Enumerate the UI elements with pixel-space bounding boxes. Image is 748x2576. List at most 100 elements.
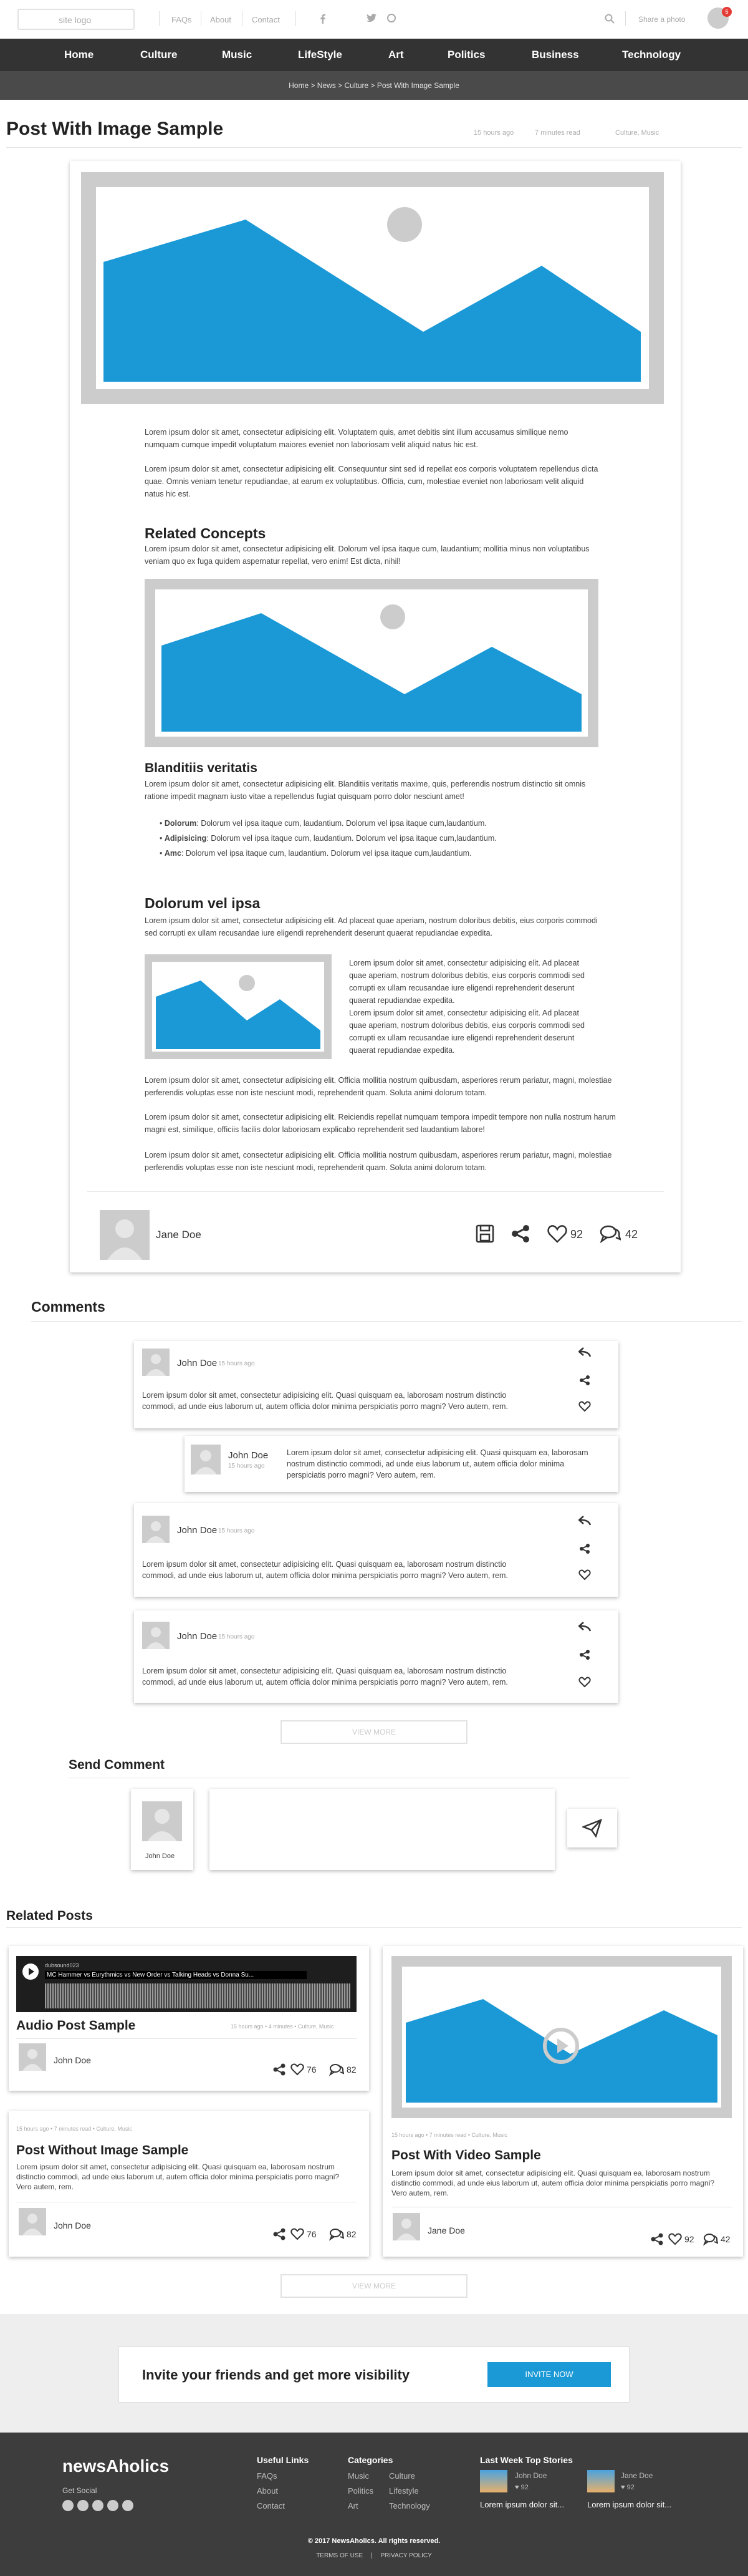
avatar[interactable] [142,1622,170,1649]
heart-icon[interactable] [290,2228,304,2240]
share-icon[interactable] [511,1224,530,1243]
nav-art[interactable]: Art [388,49,404,61]
heart-icon[interactable] [668,2233,682,2245]
play-icon[interactable] [541,2026,581,2066]
share-icon[interactable] [651,2233,663,2245]
nav-lifestyle[interactable]: LifeStyle [298,49,342,61]
avatar[interactable] [191,1445,221,1474]
footer-link[interactable]: Art [348,2501,358,2511]
footer-link[interactable]: FAQs [257,2471,277,2481]
divider [31,1321,742,1322]
privacy-link[interactable]: PRIVACY POLICY [380,2552,431,2559]
pinterest-icon[interactable] [387,14,396,22]
footer-link[interactable]: About [257,2486,278,2496]
post-title[interactable]: Audio Post Sample [16,2018,135,2033]
reply-icon[interactable] [578,1347,591,1357]
avatar[interactable] [19,2208,46,2235]
avatar[interactable] [19,2043,46,2071]
story-author[interactable]: Jane Doe [621,2471,653,2480]
heart-icon[interactable] [290,2063,304,2076]
heart-icon[interactable] [578,1677,591,1688]
share-icon[interactable] [579,1649,590,1660]
commenter-name[interactable]: John Doe [177,1631,217,1642]
twitter-icon[interactable] [367,14,376,22]
nav-home[interactable]: Home [64,49,94,61]
avatar[interactable] [393,2213,420,2240]
story-excerpt[interactable]: Lorem ipsum dolor sit... [587,2500,671,2509]
comment-input[interactable] [209,1789,555,1870]
send-button[interactable] [567,1809,617,1847]
play-icon[interactable] [22,1963,39,1980]
pinterest-icon[interactable] [107,2500,118,2511]
footer-link[interactable]: Technology [389,2501,430,2511]
view-more-posts-button[interactable]: VIEW MORE [280,2274,467,2298]
commenter-name[interactable]: John Doe [177,1525,217,1536]
footer-link[interactable]: Politics [348,2486,373,2496]
heart-icon[interactable] [547,1224,567,1243]
divider [625,11,626,26]
breadcrumb[interactable]: Home > News > Culture > Post With Image … [0,81,748,90]
story-thumbnail[interactable] [587,2470,615,2492]
commenter-name[interactable]: John Doe [177,1358,217,1368]
story-author[interactable]: John Doe [515,2471,547,2480]
video-thumbnail[interactable] [391,1956,732,2118]
facebook-icon[interactable] [62,2500,74,2511]
author-name[interactable]: Jane Doe [156,1229,201,1241]
share-icon[interactable] [273,2063,285,2076]
post-categories[interactable]: Culture, Music [615,129,659,137]
search-icon[interactable] [605,14,615,24]
list-term: Adipisicing [164,834,207,843]
like-count: 92 [684,2234,694,2244]
terms-link[interactable]: TERMS OF USE [316,2552,363,2559]
reply-icon[interactable] [578,1516,591,1526]
audio-player[interactable]: dubsound023 MC Hammer vs Eurythmics vs N… [16,1956,357,2012]
commenter-name[interactable]: John Doe [228,1450,268,1461]
avatar[interactable] [142,1516,170,1543]
comment-icon[interactable] [600,1224,621,1244]
share-icon[interactable] [579,1543,590,1554]
story-thumbnail[interactable] [480,2470,507,2492]
share-icon[interactable] [273,2228,285,2240]
share-icon[interactable] [579,1375,590,1386]
nav-business[interactable]: Business [532,49,579,61]
avatar[interactable] [142,1349,170,1376]
share-photo-link[interactable]: Share a photo [638,15,685,24]
like-count: 76 [307,2065,317,2075]
google-plus-icon[interactable] [122,2500,133,2511]
nav-music[interactable]: Music [222,49,252,61]
author-name[interactable]: Jane Doe [428,2225,465,2235]
nav-culture[interactable]: Culture [140,49,178,61]
footer-brand[interactable]: newsAholics [62,2456,169,2476]
nav-politics[interactable]: Politics [448,49,485,61]
story-excerpt[interactable]: Lorem ipsum dolor sit... [480,2500,564,2509]
divider [159,11,160,26]
about-link[interactable]: About [210,15,231,24]
comment-icon[interactable] [329,2227,344,2241]
faqs-link[interactable]: FAQs [171,15,192,24]
author-avatar[interactable] [100,1210,150,1260]
heart-icon[interactable] [578,1401,591,1412]
nav-technology[interactable]: Technology [622,49,681,61]
waveform[interactable] [45,1983,350,2008]
comment-icon[interactable] [703,2232,718,2246]
post-title[interactable]: Post Without Image Sample [16,2143,188,2158]
author-name[interactable]: John Doe [54,2220,91,2230]
contact-link[interactable]: Contact [252,15,280,24]
author-name[interactable]: John Doe [54,2055,91,2065]
footer-link[interactable]: Lifestyle [389,2486,419,2496]
post-title[interactable]: Post With Video Sample [391,2148,541,2163]
comment-icon[interactable] [329,2063,344,2076]
footer-link[interactable]: Contact [257,2501,285,2511]
view-more-comments-button[interactable]: VIEW MORE [280,1720,467,1744]
site-logo[interactable]: site logo [17,9,135,30]
footer-link[interactable]: Culture [389,2471,415,2481]
footer-link[interactable]: Music [348,2471,369,2481]
comment-time: 15 hours ago [218,1360,255,1367]
youtube-icon[interactable] [92,2500,103,2511]
heart-icon[interactable] [578,1569,591,1581]
invite-button[interactable]: INVITE NOW [487,2362,611,2387]
twitter-icon[interactable] [77,2500,89,2511]
reply-icon[interactable] [578,1622,591,1632]
facebook-icon[interactable] [320,14,326,24]
save-icon[interactable] [476,1224,494,1243]
